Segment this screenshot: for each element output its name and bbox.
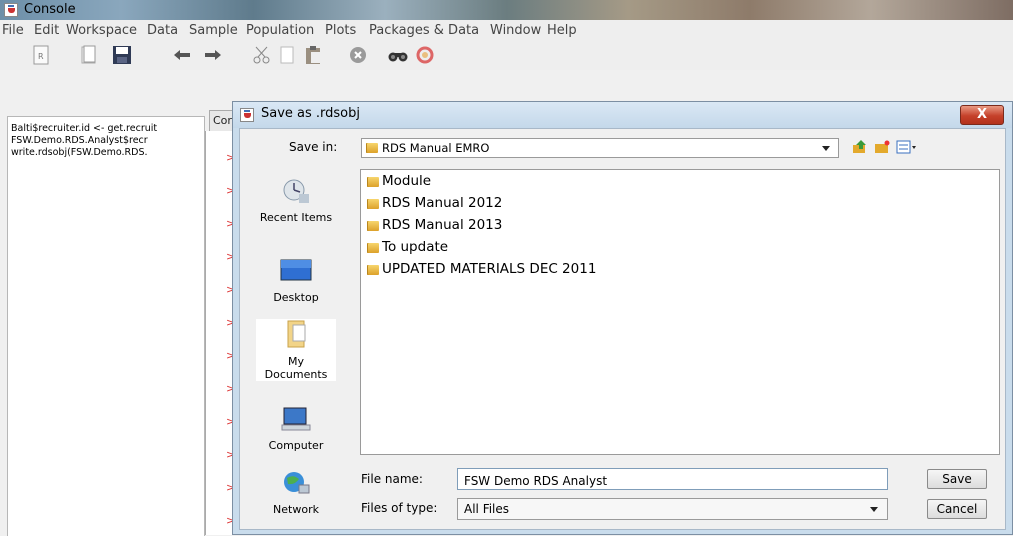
help-icon[interactable] (414, 44, 436, 66)
folder-icon (367, 243, 379, 253)
save-in-dropdown[interactable]: RDS Manual EMRO (361, 138, 839, 158)
window-title-bar[interactable]: Console (0, 0, 1013, 21)
menu-workspace[interactable]: Workspace (66, 23, 137, 38)
folder-icon (367, 199, 379, 209)
menu-packages-data[interactable]: Packages & Data (369, 23, 479, 38)
place-desktop[interactable]: Desktop (256, 257, 336, 304)
stop-icon[interactable] (347, 44, 369, 66)
dialog-title: Save as .rdsobj (261, 106, 361, 121)
history-line[interactable]: Balti$recruiter.id <- get.recruit (11, 123, 157, 134)
place-label: Computer (268, 439, 324, 452)
java-app-icon (240, 108, 254, 122)
window-title: Console (24, 2, 76, 17)
cancel-button[interactable]: Cancel (927, 499, 987, 519)
dialog-body: Save in: RDS Manual EMRO Recent Items De… (239, 128, 1006, 530)
file-name-input[interactable] (457, 468, 888, 490)
clock-icon (283, 179, 309, 203)
history-line[interactable]: write.rdsobj(FSW.Demo.RDS. (11, 147, 148, 158)
new-script-icon[interactable]: R (30, 44, 52, 66)
folder-icon (367, 177, 379, 187)
menu-data[interactable]: Data (147, 23, 178, 38)
history-line[interactable]: FSW.Demo.RDS.Analyst$recr (11, 135, 148, 146)
folder-icon (366, 143, 378, 153)
file-type-label: Files of type: (361, 501, 438, 515)
new-folder-icon[interactable] (874, 139, 890, 155)
desktop-icon (280, 259, 312, 281)
dialog-title-bar[interactable]: Save as .rdsobj X (233, 102, 1012, 128)
menu-plots[interactable]: Plots (325, 23, 356, 38)
folder-icon (367, 221, 379, 231)
folder-icon (367, 265, 379, 275)
save-icon[interactable] (111, 44, 133, 66)
menu-sample[interactable]: Sample (189, 23, 238, 38)
file-type-dropdown[interactable]: All Files (457, 498, 888, 520)
place-computer[interactable]: Computer (256, 405, 336, 452)
place-label: Recent Items (259, 211, 333, 224)
paste-icon[interactable] (302, 44, 324, 66)
menu-edit[interactable]: Edit (34, 23, 59, 38)
up-folder-icon[interactable] (852, 139, 868, 155)
find-icon[interactable] (387, 44, 409, 66)
menu-help[interactable]: Help (547, 23, 577, 38)
computer-icon (281, 407, 311, 431)
history-panel[interactable]: Balti$recruiter.id <- get.recruit FSW.De… (7, 116, 205, 536)
close-button[interactable]: X (960, 105, 1004, 125)
save-button[interactable]: Save (927, 469, 987, 489)
save-dialog: Save as .rdsobj X Save in: RDS Manual EM… (232, 101, 1013, 535)
place-recent-items[interactable]: Recent Items (256, 177, 336, 224)
chevron-down-icon (870, 507, 878, 512)
place-label: Network (273, 503, 319, 516)
network-globe-icon (284, 472, 310, 494)
places-bar: Recent Items Desktop My Documents Comput… (250, 169, 348, 525)
save-in-label: Save in: (289, 140, 338, 154)
place-network[interactable]: Network (256, 469, 336, 516)
file-name-label: File name: (361, 472, 423, 486)
place-label: My Documents (264, 355, 328, 381)
view-menu-icon[interactable] (896, 139, 918, 155)
menu-population[interactable]: Population (246, 23, 314, 38)
cut-icon[interactable] (251, 44, 273, 66)
file-type-value: All Files (464, 502, 510, 516)
documents-folder-icon (287, 320, 306, 348)
undo-icon[interactable] (171, 44, 193, 66)
open-file-icon[interactable] (78, 44, 100, 66)
copy-icon[interactable] (276, 44, 298, 66)
toolbar: R (0, 40, 1013, 70)
place-label: Desktop (273, 291, 319, 304)
file-list[interactable]: Module RDS Manual 2012 RDS Manual 2013 T… (360, 169, 1000, 455)
chevron-down-icon (822, 146, 830, 151)
java-app-icon (4, 3, 18, 17)
redo-icon[interactable] (202, 44, 224, 66)
menu-file[interactable]: File (2, 23, 24, 38)
menu-window[interactable]: Window (490, 23, 541, 38)
place-my-documents[interactable]: My Documents (256, 319, 336, 381)
menu-bar: File Edit Workspace Data Sample Populati… (0, 20, 1013, 40)
svg-text:R: R (38, 52, 44, 61)
save-in-value: RDS Manual EMRO (382, 141, 490, 155)
